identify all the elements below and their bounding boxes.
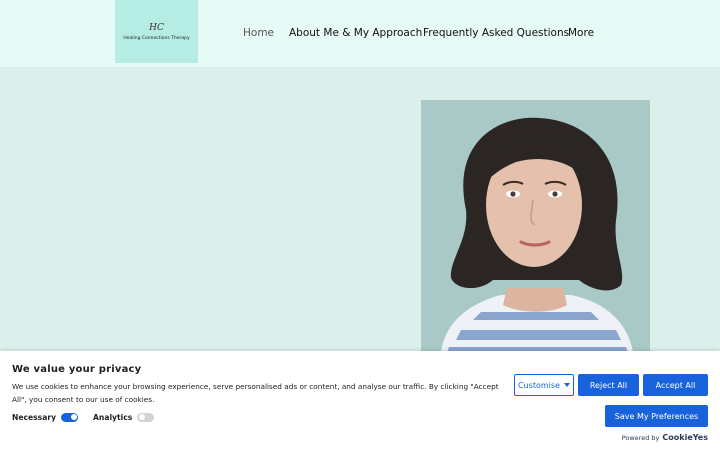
caret-down-icon [563, 383, 570, 387]
toggle-knob [138, 414, 145, 420]
necessary-toggle[interactable] [61, 412, 79, 422]
customise-button[interactable]: Customise [514, 374, 574, 396]
cookie-banner: We value your privacy We use cookies to … [0, 351, 720, 450]
powered-by-label: Powered by [621, 434, 660, 442]
logo-name: Healing Connections Therapy [123, 35, 190, 41]
nav-home[interactable]: Home [243, 26, 274, 40]
cookieyes-logo[interactable]: CookieYes [662, 433, 708, 442]
cookie-title: We value your privacy [12, 364, 142, 375]
customise-label: Customise [518, 380, 560, 390]
toggle-label-analytics: Analytics [93, 412, 133, 422]
save-preferences-button[interactable]: Save My Preferences [605, 405, 708, 427]
portrait-illustration [421, 100, 650, 352]
portrait-photo [421, 100, 650, 352]
analytics-toggle[interactable] [137, 412, 155, 422]
cookie-toggles: Necessary Analytics [12, 411, 169, 423]
nav-about[interactable]: About Me & My Approach [289, 26, 422, 40]
nav-more[interactable]: More [568, 26, 594, 40]
site-header: HC Healing Connections Therapy Home Abou… [0, 0, 720, 67]
reject-all-button[interactable]: Reject All [578, 374, 639, 396]
powered-by: Powered by CookieYes [622, 433, 708, 442]
nav-faq[interactable]: Frequently Asked Questions [423, 26, 569, 40]
toggle-knob [70, 414, 77, 420]
accept-all-button[interactable]: Accept All [643, 374, 708, 396]
logo-mark: HC [149, 22, 164, 33]
toggle-label-necessary: Necessary [12, 412, 57, 422]
cookie-description: We use cookies to enhance your browsing … [12, 382, 499, 404]
site-logo[interactable]: HC Healing Connections Therapy [115, 0, 198, 63]
